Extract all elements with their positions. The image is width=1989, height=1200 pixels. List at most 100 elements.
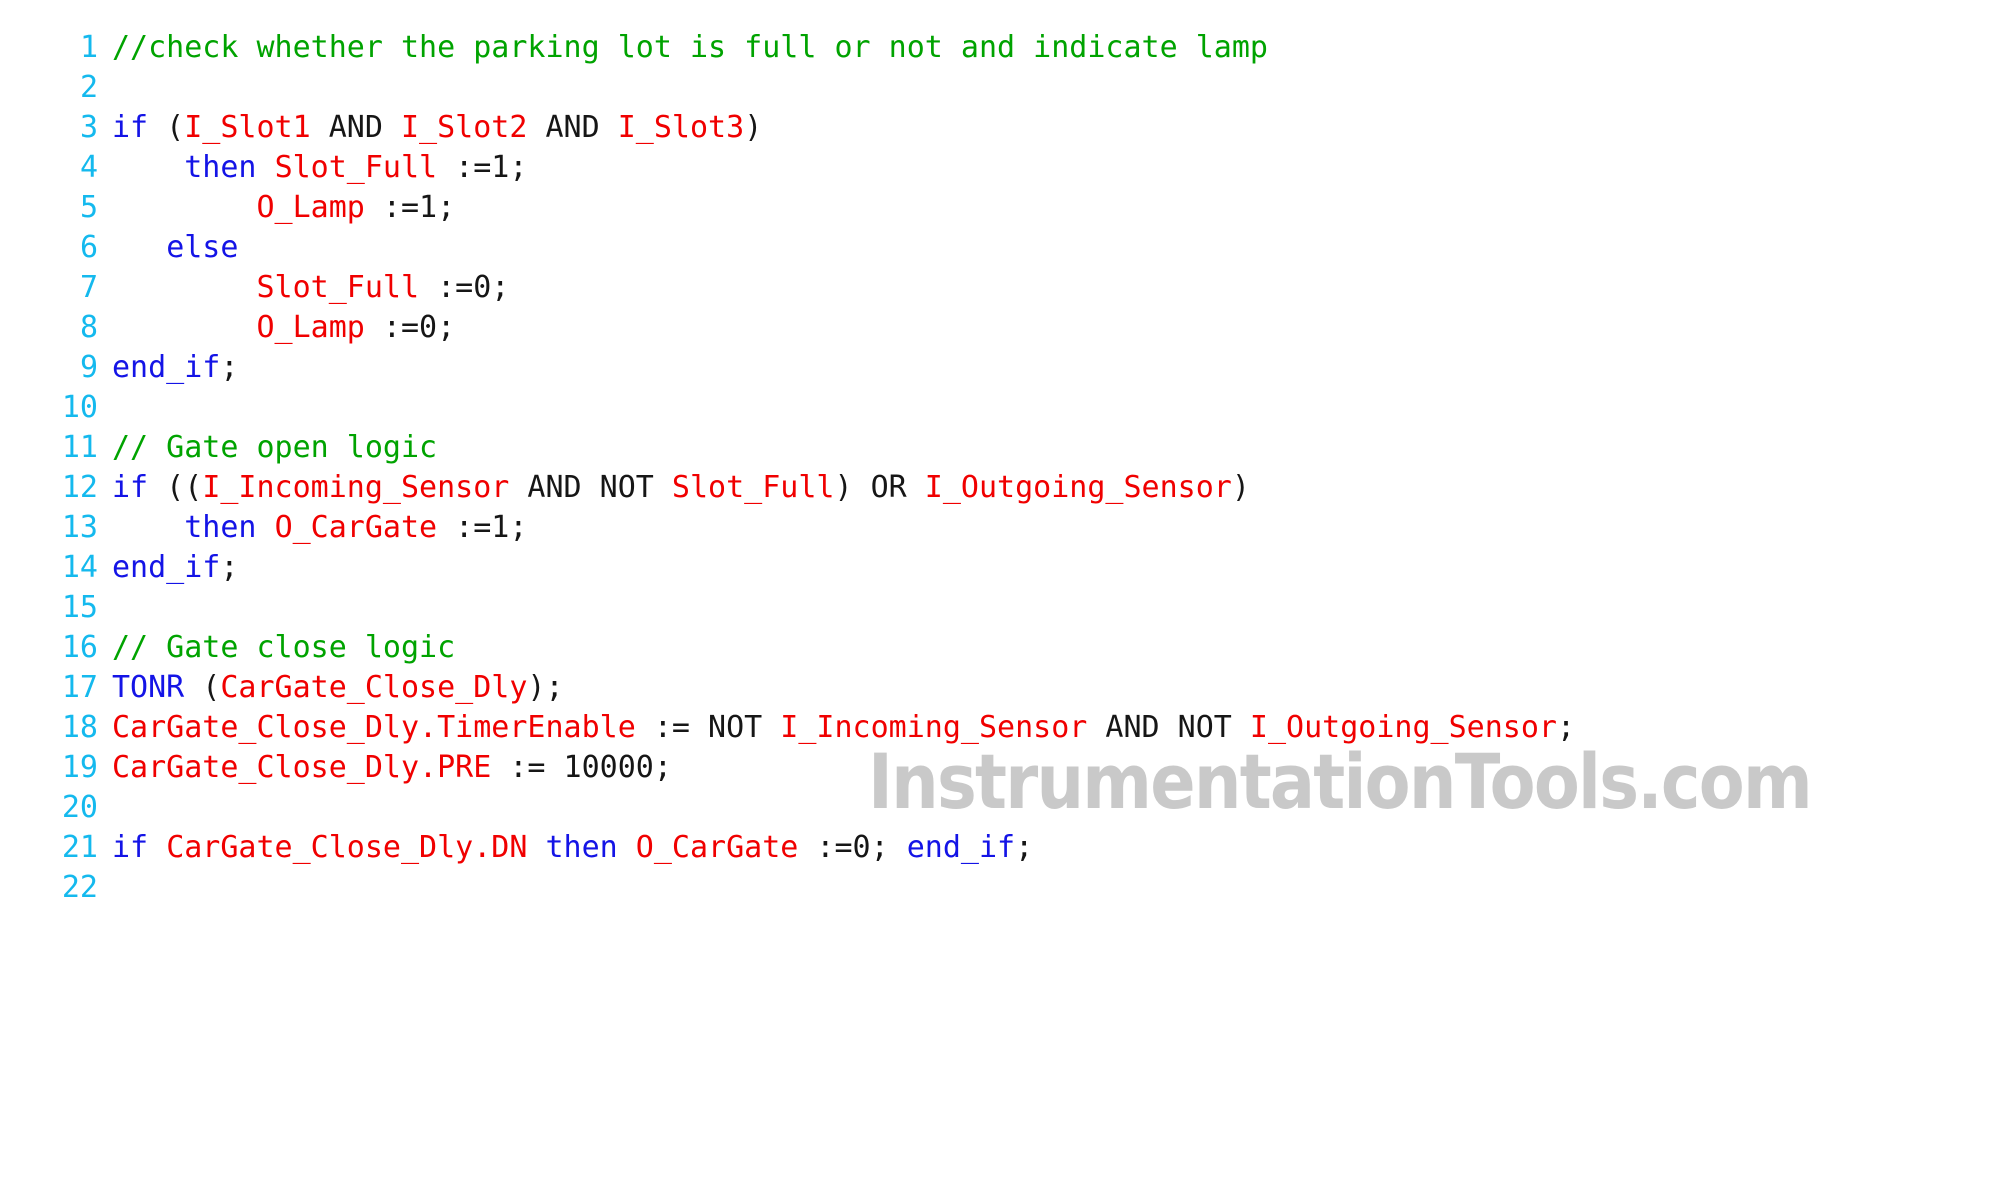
code-token-keyword: then — [545, 830, 618, 865]
line-number: 10 — [61, 390, 98, 425]
code-line[interactable]: 14 end_if; — [0, 548, 1989, 588]
code-line[interactable]: 4 then Slot_Full :=1; — [0, 148, 1989, 188]
code-token-keyword: if — [112, 830, 149, 865]
line-number: 18 — [61, 710, 98, 745]
code-line[interactable]: 18 CarGate_Close_Dly.TimerEnable := NOT I… — [0, 708, 1989, 748]
line-content[interactable]: end_if; — [112, 348, 1989, 388]
code-token-ident: Slot_Full — [671, 470, 835, 505]
code-token-keyword: if — [112, 470, 149, 505]
code-token-ident: CarGate_Close_Dly.DN — [166, 830, 528, 865]
code-token-plain: :=0; — [798, 830, 907, 865]
line-number: 13 — [61, 510, 98, 545]
line-number: 15 — [61, 590, 98, 625]
code-line[interactable]: 19 CarGate_Close_Dly.PRE := 10000; — [0, 748, 1989, 788]
code-line[interactable]: 2 — [0, 68, 1989, 108]
code-line[interactable]: 8 O_Lamp :=0; — [0, 308, 1989, 348]
line-content[interactable]: //check whether the parking lot is full … — [112, 28, 1989, 68]
code-token-plain: ; — [220, 350, 239, 385]
code-line[interactable]: 21 if CarGate_Close_Dly.DN then O_CarGate… — [0, 828, 1989, 868]
line-content[interactable]: CarGate_Close_Dly.PRE := 10000; — [112, 748, 1989, 788]
code-line[interactable]: 11 // Gate open logic — [0, 428, 1989, 468]
line-content[interactable]: O_Lamp :=1; — [112, 188, 1989, 228]
line-content[interactable]: Slot_Full :=0; — [112, 268, 1989, 308]
code-line[interactable]: 7 Slot_Full :=0; — [0, 268, 1989, 308]
code-token-ident: I_Incoming_Sensor — [202, 470, 510, 505]
code-line[interactable]: 16 // Gate close logic — [0, 628, 1989, 668]
code-token-ident: CarGate_Close_Dly.TimerEnable — [112, 710, 636, 745]
code-token-ident: CarGate_Close_Dly — [220, 670, 528, 705]
line-content[interactable]: CarGate_Close_Dly.TimerEnable := NOT I_I… — [112, 708, 1989, 748]
line-content[interactable]: if (I_Slot1 AND I_Slot2 AND I_Slot3) — [112, 108, 1989, 148]
code-token-keyword: if — [112, 110, 149, 145]
line-number: 22 — [61, 870, 98, 905]
code-token-plain: ); — [527, 670, 564, 705]
code-line[interactable]: 20 — [0, 788, 1989, 828]
line-content[interactable]: then O_CarGate :=1; — [112, 508, 1989, 548]
line-number: 14 — [61, 550, 98, 585]
line-content[interactable]: // Gate open logic — [112, 428, 1989, 468]
code-line[interactable]: 10 — [0, 388, 1989, 428]
line-number: 1 — [79, 30, 98, 65]
line-content[interactable]: O_Lamp :=0; — [112, 308, 1989, 348]
code-listing[interactable]: 1 //check whether the parking lot is full… — [0, 28, 1989, 908]
code-token-plain: ; — [220, 550, 239, 585]
line-number: 6 — [79, 230, 98, 265]
line-number: 4 — [79, 150, 98, 185]
code-line[interactable]: 17 TONR (CarGate_Close_Dly); — [0, 668, 1989, 708]
line-content[interactable]: end_if; — [112, 548, 1989, 588]
code-token-plain: ) — [1231, 470, 1250, 505]
code-token-ident: O_CarGate — [274, 510, 438, 545]
code-line[interactable]: 22 — [0, 868, 1989, 908]
code-token-ident: O_CarGate — [635, 830, 799, 865]
code-token-comment: // Gate open logic — [112, 430, 438, 465]
code-token-plain: ( — [184, 670, 221, 705]
code-token-ident: I_Outgoing_Sensor — [924, 470, 1232, 505]
code-token-plain: :=0; — [364, 310, 456, 345]
line-content[interactable]: TONR (CarGate_Close_Dly); — [112, 668, 1989, 708]
code-token-plain: := 10000; — [491, 750, 672, 785]
line-number: 19 — [61, 750, 98, 785]
code-token-plain: AND NOT — [509, 470, 672, 505]
code-token-comment: //check whether the parking lot is full … — [112, 30, 1268, 65]
code-token-ident: I_Outgoing_Sensor — [1249, 710, 1557, 745]
line-content[interactable]: else — [112, 228, 1989, 268]
code-token-plain: ) — [744, 110, 763, 145]
code-token-ident: I_Incoming_Sensor — [780, 710, 1088, 745]
code-line[interactable]: 5 O_Lamp :=1; — [0, 188, 1989, 228]
line-number: 9 — [79, 350, 98, 385]
code-token-plain: ( — [148, 110, 185, 145]
code-token-ident: Slot_Full — [256, 270, 420, 305]
code-line[interactable]: 6 else — [0, 228, 1989, 268]
code-line[interactable]: 9 end_if; — [0, 348, 1989, 388]
code-line[interactable]: 12 if ((I_Incoming_Sensor AND NOT Slot_Fu… — [0, 468, 1989, 508]
code-token-keyword: then — [184, 150, 257, 185]
code-token-ident: Slot_Full — [274, 150, 438, 185]
code-token-comment: // Gate close logic — [112, 630, 456, 665]
line-number: 20 — [61, 790, 98, 825]
code-line[interactable]: 3 if (I_Slot1 AND I_Slot2 AND I_Slot3) — [0, 108, 1989, 148]
line-content[interactable]: if CarGate_Close_Dly.DN then O_CarGate :… — [112, 828, 1989, 868]
code-token-ident: I_Slot3 — [617, 110, 745, 145]
code-token-keyword: then — [184, 510, 257, 545]
code-line[interactable]: 15 — [0, 588, 1989, 628]
code-editor-pane: InstrumentationTools.com 1//check whethe… — [0, 0, 1989, 1200]
code-token-plain: (( — [148, 470, 203, 505]
line-content[interactable]: then Slot_Full :=1; — [112, 148, 1989, 188]
line-content[interactable]: if ((I_Incoming_Sensor AND NOT Slot_Full… — [112, 468, 1989, 508]
line-number: 12 — [61, 470, 98, 505]
line-content[interactable]: // Gate close logic — [112, 628, 1989, 668]
line-number: 16 — [61, 630, 98, 665]
code-line[interactable]: 1 //check whether the parking lot is full… — [0, 28, 1989, 68]
line-number: 21 — [61, 830, 98, 865]
code-line[interactable]: 13 then O_CarGate :=1; — [0, 508, 1989, 548]
code-token-plain: :=1; — [437, 510, 528, 545]
line-number: 3 — [79, 110, 98, 145]
